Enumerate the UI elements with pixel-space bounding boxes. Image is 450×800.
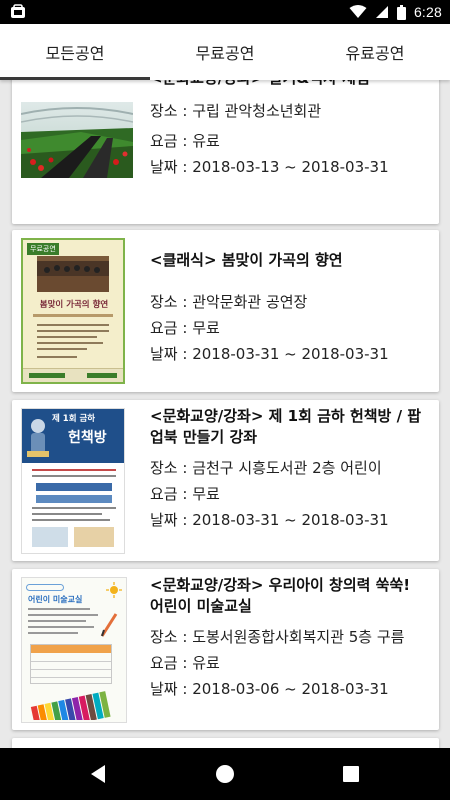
event-fee: 요금 : 무료 <box>150 319 220 337</box>
tab-all-performances[interactable]: 모든공연 <box>0 24 150 80</box>
event-title: <문화교양/강좌> 제 1회 금하 헌책방 / 팝업북 만들기 강좌 <box>150 407 422 446</box>
home-button[interactable] <box>195 748 255 800</box>
event-card[interactable]: 무료공연 봄맞이 가곡의 향연 <클래식> 봄맞이 가곡의 향연 장소: 관악… <box>12 230 439 392</box>
poster-headline-top: 제 1회 금하 <box>52 414 96 424</box>
status-time: 6:28 <box>413 4 442 20</box>
category-tab-bar: 모든공연 무료공연 유료공연 <box>0 24 450 80</box>
event-poster-concert: 무료공연 봄맞이 가곡의 향연 <box>21 238 125 384</box>
back-button[interactable] <box>68 748 128 800</box>
event-card[interactable]: 어린이 미술교실 <문화교양/강좌> 우리아이 창의력 쑥쑥! 어린이 미술교실… <box>12 569 439 730</box>
event-date: 날짜 : 2018-03-06 ~ 2018-03-31 <box>150 680 389 698</box>
signal-icon <box>375 6 388 18</box>
system-navigation-bar <box>0 748 450 800</box>
battery-icon <box>396 4 406 20</box>
event-fee: 요금 : 무료 <box>150 485 220 503</box>
poster-headline-bottom: 헌책방 <box>68 430 107 446</box>
event-card[interactable]: <문화교양/강좌> 딸기&역사 체험 장소 : 구립 관악청소년회관 요금 : … <box>12 80 439 224</box>
event-title: <문화교양/강좌> 딸기&역사 체험 <box>150 80 425 89</box>
event-date: 날짜 : 2018-03-13 ~ 2018-03-31 <box>150 158 389 176</box>
status-bar: 6:28 <box>0 0 450 24</box>
event-fee: 요금 : 유료 <box>150 654 220 672</box>
event-thumbnail-strawberry <box>21 102 133 178</box>
app-notification-icon <box>11 4 25 18</box>
event-date: 날짜 : 2018-03-31 ~ 2018-03-31 <box>150 345 389 363</box>
event-place: 장소 : 구립 관악청소년회관 <box>150 102 322 120</box>
poster-headline: 봄맞이 가곡의 향연 <box>39 300 109 310</box>
event-card[interactable] <box>12 738 439 748</box>
back-icon <box>91 765 105 783</box>
recents-icon <box>343 766 359 782</box>
home-icon <box>216 765 234 783</box>
recents-button[interactable] <box>321 748 381 800</box>
poster-headline: 어린이 미술교실 <box>28 595 83 604</box>
event-title: <문화교양/강좌> 우리아이 창의력 쑥쑥! 어린이 미술교실 <box>150 576 411 615</box>
event-place: 장소 : 관악문화관 공연장 <box>150 293 308 311</box>
event-poster-art-class: 어린이 미술교실 <box>21 577 127 723</box>
tab-free-performances[interactable]: 무료공연 <box>150 24 300 80</box>
event-fee: 요금 : 유료 <box>150 132 220 150</box>
poster-banner: 무료공연 <box>27 243 59 255</box>
event-card[interactable]: 제 1회 금하 헌책방 <문화교양/강좌> 제 1회 금하 헌책방 / 팝업북 … <box>12 400 439 561</box>
event-title: <클래식> 봄맞이 가곡의 향연 <box>150 251 343 269</box>
wifi-icon <box>349 5 367 18</box>
event-place: 장소 : 도봉서원종합사회복지관 5층 구름 <box>150 628 405 646</box>
event-place: 장소 : 금천구 시흥도서관 2층 어린이 <box>150 459 382 477</box>
event-list[interactable]: <문화교양/강좌> 딸기&역사 체험 장소 : 구립 관악청소년회관 요금 : … <box>0 80 450 748</box>
tab-paid-performances[interactable]: 유료공연 <box>300 24 450 80</box>
event-date: 날짜 : 2018-03-31 ~ 2018-03-31 <box>150 511 389 529</box>
event-poster-bookshop: 제 1회 금하 헌책방 <box>21 408 125 554</box>
selected-tab-indicator <box>0 77 150 80</box>
